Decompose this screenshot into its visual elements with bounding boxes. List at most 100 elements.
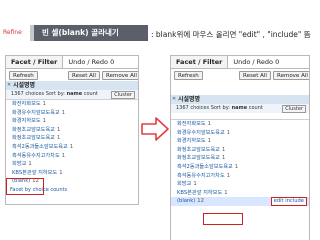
choice-label: 화경지하보도 — [12, 118, 41, 125]
refresh-button[interactable]: Refresh — [9, 70, 38, 80]
facet-count-row: 1367 choices Sort by: name count Cluster — [6, 90, 138, 99]
facet-choice[interactable]: 화정초교앞보도육교 1 — [171, 146, 309, 155]
tab-facet-filter[interactable]: Facet / Filter — [171, 56, 229, 68]
reset-all-button[interactable]: Reset All — [68, 70, 100, 80]
choice-count: 1 — [69, 143, 74, 150]
choice-count: 1 — [56, 126, 61, 133]
refine-tag: Refine — [3, 29, 22, 36]
choice-label: 흑석2동과들소앞보도육교 — [177, 163, 233, 170]
choice-label: 화정초교앞보도육교 — [12, 135, 55, 142]
choice-label: 화정초교앞보도육교 — [12, 126, 55, 133]
choice-label: KBS본관앞 지하보도 — [12, 169, 58, 176]
slide-title-bar: 빈 셀(blank) 골라내기 — [30, 25, 148, 41]
choice-label: 흑석2동과들소앞보도육교 — [12, 143, 68, 150]
facet-toolbar: Refresh Reset All Remove All — [171, 69, 309, 81]
undo-count: 0 — [110, 58, 115, 66]
cluster-button[interactable]: Cluster — [282, 104, 306, 113]
facet-choice[interactable]: 화경지하보도 1 — [6, 117, 138, 126]
facet-name: 시설명명 — [178, 96, 201, 103]
facet-toolbar: Refresh Reset All Remove All — [6, 69, 138, 81]
close-icon[interactable]: ✕ — [172, 95, 176, 104]
choice-label: 화전자화보도 — [177, 121, 206, 127]
choice-count: 1 — [221, 155, 226, 162]
choice-count: 1 — [28, 161, 32, 168]
choice-label: 화정초교앞보도육교 — [177, 155, 220, 162]
tab-undo-label: Undo / Redo — [233, 58, 273, 66]
facet-choice[interactable]: 회망교 1 — [6, 160, 138, 169]
facet-choice-list: 화전자화보도 1 화경유수지앞보도육교 1 화경지하보도 1 화정초교앞보도육교 1 화… — [6, 99, 138, 186]
facet-count-row: 1367 choices Sort by: name count Cluster — [171, 104, 309, 113]
choice-count: 12 — [197, 198, 204, 205]
choice-label: KBS본관앞 지하보도 — [177, 189, 223, 196]
panel-spacer — [171, 81, 309, 95]
facet-choice[interactable]: 흑석동유수지고가차도 1 — [6, 152, 138, 161]
facet-choice[interactable]: KBS본관앞 지하보도 1 — [171, 189, 309, 198]
sort-by-count-link[interactable]: count — [84, 91, 98, 97]
choice-count: 1 — [42, 118, 46, 125]
choice-count: 1 — [221, 146, 226, 153]
remove-all-button[interactable]: Remove All — [273, 70, 309, 80]
facet-choice[interactable]: 화전자화보도 1 — [6, 100, 138, 109]
right-arrow-icon — [141, 117, 169, 141]
choice-count: 1 — [226, 129, 231, 136]
reset-all-button[interactable]: Reset All — [239, 70, 271, 80]
facet-choice[interactable]: 화경유수지앞보도육교 1 — [6, 109, 138, 118]
facet-choice[interactable]: KBS본관앞 지하보도 1 — [6, 169, 138, 178]
choice-count: 1 — [234, 163, 239, 170]
choice-count: 1 — [56, 135, 61, 142]
facet-choice[interactable]: 화정초교앞보도육교 1 — [6, 134, 138, 143]
choice-label: 화경유수지앞보도육교 — [177, 129, 225, 136]
facet-choice[interactable]: 흑석동유수지고가차도 1 — [171, 172, 309, 181]
choice-count: 1367 choices Sort by: — [11, 91, 65, 97]
choice-count: 1 — [59, 169, 63, 176]
choice-label: 화전자화보도 — [12, 101, 41, 107]
facet-choice[interactable]: 화정초교앞보도육교 1 — [171, 154, 309, 163]
close-icon[interactable]: ✕ — [7, 81, 11, 90]
facet-choice[interactable]: 흑석2동과들소앞보도육교 1 — [6, 143, 138, 152]
choice-count: 1 — [193, 181, 197, 188]
facet-choice-blank[interactable]: (blank) 12 edit include — [171, 197, 309, 206]
slide-subtitle: : blank위에 마우스 올리면 "edit" , "include" 뜸 — [151, 30, 311, 39]
facet-choice[interactable]: 화경지하보도 1 — [171, 137, 309, 146]
cluster-button[interactable]: Cluster — [111, 90, 135, 99]
sort-by-name-link[interactable]: name — [232, 105, 248, 111]
choice-count: 1 — [207, 138, 211, 145]
choice-label: (blank) — [177, 198, 196, 205]
refresh-button[interactable]: Refresh — [174, 70, 203, 80]
facet-choice[interactable]: 회망교 1 — [171, 180, 309, 189]
choice-label: 화정초교앞보도육교 — [177, 146, 220, 153]
choice-count: 1 — [226, 172, 231, 179]
choice-count: 1 — [42, 101, 46, 107]
choice-label: 화경지하보도 — [177, 138, 206, 145]
choice-label: 회망교 — [177, 181, 192, 188]
facet-choice[interactable]: 화정초교앞보도육교 1 — [6, 126, 138, 135]
slide-title: 빈 셀(blank) 골라내기 — [42, 28, 119, 37]
facet-choice[interactable]: 흑석2동과들소앞보도육교 1 — [171, 163, 309, 172]
sort-by-name-link[interactable]: name — [67, 91, 83, 97]
choice-label: 화경유수지앞보도육교 — [12, 109, 60, 116]
choice-label: 흑석동유수지고가차도 — [177, 172, 225, 179]
choice-count: 1 — [61, 152, 66, 159]
tab-undo-redo[interactable]: Undo / Redo 0 — [228, 56, 284, 68]
panel-tabs: Facet / Filter Undo / Redo 0 — [6, 56, 138, 69]
choice-count: 1 — [207, 121, 211, 127]
facet-choice[interactable]: 화전자화보도 1 — [171, 120, 309, 129]
choice-label: 회망교 — [12, 161, 27, 168]
facet-choice[interactable]: 화경유수지앞보도육교 1 — [171, 129, 309, 138]
sort-by-count-link[interactable]: count — [249, 105, 263, 111]
facet-header: ✕ 시설명명 — [6, 81, 138, 90]
tab-undo-redo[interactable]: Undo / Redo 0 — [63, 56, 119, 68]
undo-count: 0 — [275, 58, 280, 66]
panel-tabs: Facet / Filter Undo / Redo 0 — [171, 56, 309, 69]
facet-name: 시설명명 — [13, 82, 36, 89]
choice-count: 1 — [61, 109, 66, 116]
edit-include-actions[interactable]: edit include — [270, 197, 307, 206]
tab-undo-label: Undo / Redo — [68, 58, 108, 66]
blank-highlight-box — [6, 178, 44, 195]
facet-header: ✕ 시설명명 — [171, 95, 309, 104]
choice-count: 1367 choices Sort by: — [176, 105, 230, 111]
tab-facet-filter[interactable]: Facet / Filter — [6, 56, 64, 68]
blank-highlight-box — [203, 213, 243, 225]
facet-choice-list: 화전자화보도 1 화경유수지앞보도육교 1 화경지하보도 1 화정초교앞보도육교 1 화… — [171, 119, 309, 206]
remove-all-button[interactable]: Remove All — [102, 70, 138, 80]
